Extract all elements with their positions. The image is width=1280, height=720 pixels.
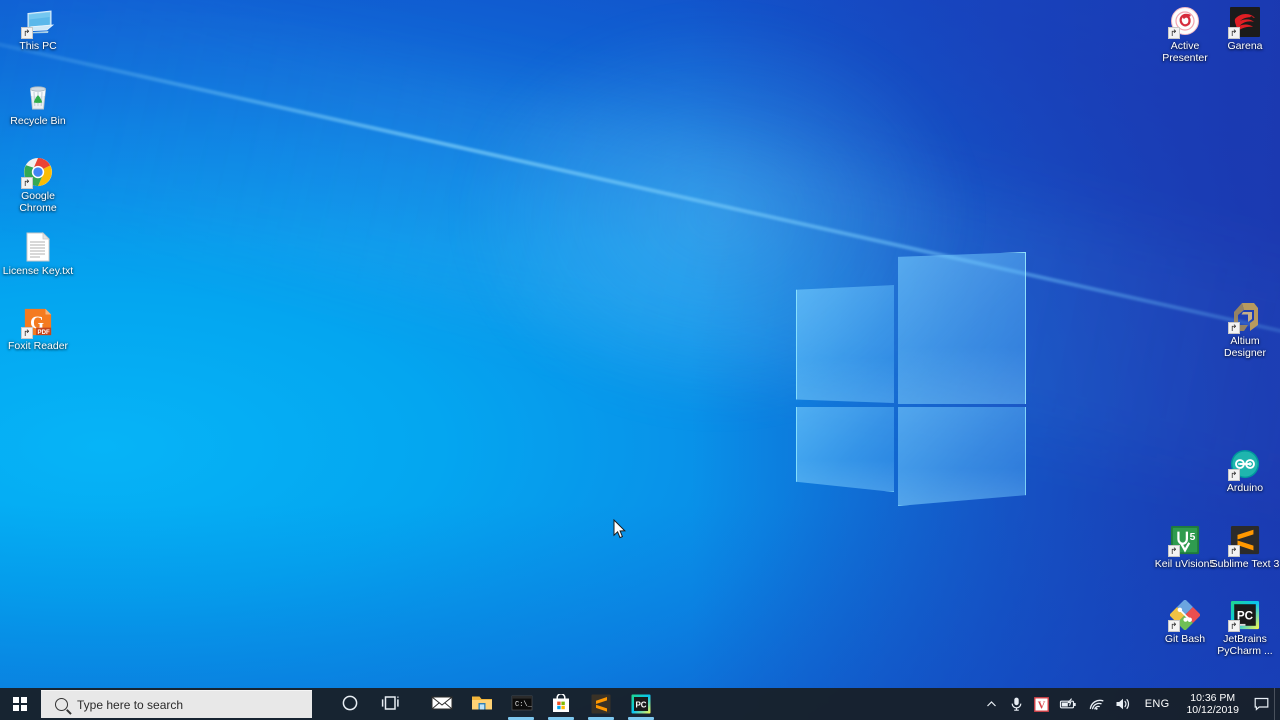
desktop-icon-label: Sublime Text 3 <box>1210 558 1280 570</box>
desktop-icon-recycle-bin[interactable]: Recycle Bin <box>0 81 76 128</box>
start-button[interactable] <box>0 688 40 720</box>
speaker-icon <box>1116 698 1129 710</box>
cortana-circle-icon <box>341 694 361 714</box>
desktop-icon-arduino[interactable]: Arduino <box>1207 448 1280 495</box>
desktop-icon-sublime-text-3[interactable]: Sublime Text 3 <box>1207 524 1280 571</box>
garena-icon <box>1228 6 1261 39</box>
tray-unikey-button[interactable]: V <box>1029 688 1054 720</box>
hero-pane-bottom-right <box>898 407 1026 506</box>
taskbar-app-command-prompt[interactable]: C:\_ <box>501 688 541 720</box>
microphone-icon <box>1011 697 1022 711</box>
desktop-icon-garena[interactable]: Garena <box>1207 6 1280 53</box>
desktop-icon-google-chrome[interactable]: Google Chrome <box>0 156 76 214</box>
wifi-icon <box>1089 699 1104 710</box>
desktop-icon-label: Recycle Bin <box>10 115 66 127</box>
shortcut-overlay-icon <box>1228 322 1240 334</box>
shortcut-overlay-icon <box>1228 27 1240 39</box>
svg-text:PC: PC <box>635 701 646 710</box>
action-center-icon <box>1254 697 1268 711</box>
active-presenter-icon <box>1168 6 1201 39</box>
tray-overflow-button[interactable] <box>980 688 1004 720</box>
taskbar-app-mail[interactable] <box>421 688 461 720</box>
desktop-icon-foxit-reader[interactable]: G PDF Foxit Reader <box>0 306 76 353</box>
hero-pane-top-right <box>898 252 1026 404</box>
mail-icon <box>430 694 454 714</box>
desktop-icon-label: Altium Designer <box>1223 335 1267 359</box>
svg-text:V: V <box>1037 700 1045 711</box>
system-tray[interactable]: V ENG 10:36 PM 10/12/2019 <box>980 688 1280 720</box>
altium-designer-icon <box>1228 301 1261 334</box>
chevron-up-icon <box>987 700 997 706</box>
desktop-surface[interactable]: This PC Recycle Bin <box>0 0 1280 720</box>
git-bash-icon <box>1168 599 1201 632</box>
desktop-icon-this-pc[interactable]: This PC <box>0 6 76 53</box>
hero-pane-bottom-left <box>796 407 894 492</box>
file-explorer-icon <box>471 694 492 714</box>
desktop-icon-label: Google Chrome <box>19 190 57 214</box>
shortcut-overlay-icon <box>1168 545 1180 557</box>
pycharm-icon: PC <box>631 694 651 714</box>
shortcut-overlay-icon <box>1168 620 1180 632</box>
command-prompt-icon: C:\_ <box>511 694 533 714</box>
desktop-icon-altium-designer[interactable]: Altium Designer <box>1207 301 1280 359</box>
windows-logo-icon <box>12 696 28 712</box>
search-placeholder-text: Type here to search <box>77 697 184 712</box>
task-view-button[interactable] <box>371 688 411 720</box>
taskbar[interactable]: Type here to search C:\_ PC V ENG 10:36 … <box>0 688 1280 720</box>
google-chrome-icon <box>21 156 54 189</box>
taskbar-app-sublime-text[interactable] <box>581 688 621 720</box>
cortana-button[interactable] <box>331 688 371 720</box>
shortcut-overlay-icon <box>21 27 33 39</box>
microsoft-store-icon <box>551 693 571 714</box>
shortcut-overlay-icon <box>1228 469 1240 481</box>
search-input[interactable]: Type here to search <box>41 690 312 718</box>
desktop-icon-label: Foxit Reader <box>7 340 69 352</box>
arduino-icon <box>1228 448 1261 481</box>
tray-language-button[interactable]: ENG <box>1137 688 1178 720</box>
task-view-icon <box>381 694 401 714</box>
hero-pane-top-left <box>796 285 894 403</box>
action-center-button[interactable] <box>1248 688 1274 720</box>
sublime-text-icon <box>591 694 611 714</box>
svg-text:C:\_: C:\_ <box>515 701 533 709</box>
desktop-icon-label: License Key.txt <box>2 265 74 277</box>
tray-clock[interactable]: 10:36 PM 10/12/2019 <box>1177 688 1248 720</box>
recycle-bin-icon <box>22 81 54 113</box>
shortcut-overlay-icon <box>1168 27 1180 39</box>
tray-volume-button[interactable] <box>1110 688 1137 720</box>
search-icon <box>55 698 68 711</box>
shortcut-overlay-icon <box>21 177 33 189</box>
desktop-icon-label: Git Bash <box>1164 633 1206 645</box>
tray-date: 10/12/2019 <box>1186 704 1239 716</box>
svg-text:5: 5 <box>1190 532 1196 543</box>
desktop-icon-label: This PC <box>19 40 57 52</box>
shortcut-overlay-icon <box>1228 545 1240 557</box>
sublime-text-icon <box>1228 524 1261 557</box>
battery-icon <box>1059 698 1076 709</box>
windows-hero-logo <box>794 252 1030 506</box>
unikey-v-icon: V <box>1033 696 1049 712</box>
desktop-icon-license-key-txt[interactable]: License Key.txt <box>0 231 76 278</box>
this-pc-icon <box>21 6 54 39</box>
shortcut-overlay-icon <box>21 327 33 339</box>
desktop-icon-label: JetBrains PyCharm ... <box>1217 633 1273 657</box>
taskbar-app-microsoft-store[interactable] <box>541 688 581 720</box>
taskbar-app-pycharm[interactable]: PC <box>621 688 661 720</box>
keil-uvision5-icon: 5 <box>1168 524 1201 557</box>
pycharm-icon: PC <box>1228 599 1261 632</box>
desktop-icon-label: Garena <box>1227 40 1263 52</box>
desktop-icon-jetbrains-pycharm[interactable]: PC JetBrains PyCharm ... <box>1207 599 1280 657</box>
tray-battery-button[interactable] <box>1054 688 1083 720</box>
foxit-reader-icon: G PDF <box>21 306 54 339</box>
tray-time: 10:36 PM <box>1190 692 1236 704</box>
shortcut-overlay-icon <box>1228 620 1240 632</box>
desktop-icon-label: Arduino <box>1226 482 1264 494</box>
show-desktop-button[interactable] <box>1274 688 1280 720</box>
tray-network-button[interactable] <box>1083 688 1110 720</box>
taskbar-app-file-explorer[interactable] <box>461 688 501 720</box>
text-file-icon <box>22 231 54 263</box>
tray-microphone-button[interactable] <box>1004 688 1029 720</box>
svg-text:PDF: PDF <box>38 329 50 336</box>
